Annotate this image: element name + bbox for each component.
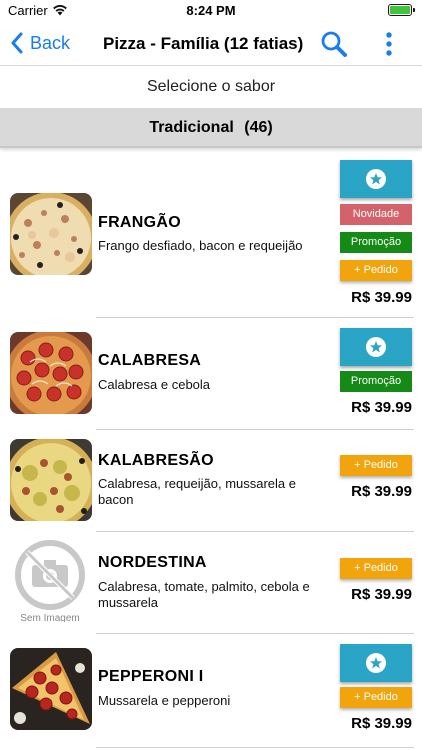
star-icon xyxy=(370,657,382,669)
star-icon xyxy=(370,341,382,353)
product-name: KALABRESÃO xyxy=(98,452,214,469)
pizza-image-kalabresao xyxy=(10,439,92,521)
search-icon[interactable] xyxy=(320,30,348,58)
new-badge: Novidade xyxy=(340,204,412,225)
page-title: Pizza - Família (12 fatias) xyxy=(103,34,304,53)
product-description: Calabresa, tomate, palmito, cebola e mus… xyxy=(98,579,310,610)
battery-icon xyxy=(388,4,415,16)
add-order-button[interactable]: + Pedido xyxy=(340,455,412,476)
product-price: R$ 39.99 xyxy=(351,399,412,416)
back-button[interactable]: Back xyxy=(10,32,70,54)
back-label: Back xyxy=(30,32,71,53)
list-item[interactable]: Sem Imagem NORDESTINA Calabresa, tomate,… xyxy=(0,532,422,634)
navigation-bar: Back Pizza - Família (12 fatias) xyxy=(0,22,422,66)
add-order-button[interactable]: + Pedido xyxy=(340,687,412,708)
product-name: CALABRESA xyxy=(98,352,202,369)
row-divider xyxy=(96,747,414,748)
list-item[interactable]: KALABRESÃO Calabresa, requeijão, mussare… xyxy=(0,430,422,532)
add-order-button[interactable]: + Pedido xyxy=(340,260,412,281)
product-description: Mussarela e pepperoni xyxy=(98,693,231,708)
favorite-button[interactable] xyxy=(340,160,412,198)
product-price: R$ 39.99 xyxy=(351,715,412,732)
clock: 8:24 PM xyxy=(186,3,236,18)
product-name: FRANGÃO xyxy=(98,214,181,231)
product-description: Frango desfiado, bacon e requeijão xyxy=(98,238,303,253)
section-header[interactable]: Tradicional (46) xyxy=(0,108,422,148)
list-item[interactable]: PEPPERONI I Mussarela e pepperoni + Pedi… xyxy=(0,634,422,750)
status-bar: Carrier 8:24 PM xyxy=(0,0,422,22)
promo-badge: Promoção xyxy=(340,371,412,392)
favorite-button[interactable] xyxy=(340,644,412,682)
no-image-placeholder: Sem Imagem xyxy=(10,540,92,622)
pizza-image-calabresa xyxy=(10,332,92,414)
product-price: R$ 39.99 xyxy=(351,483,412,500)
product-description: Calabresa e cebola xyxy=(98,377,211,392)
no-image-label: Sem Imagem xyxy=(20,613,79,622)
list-item[interactable]: FRANGÃO Frango desfiado, bacon e requeij… xyxy=(0,150,422,318)
product-name: NORDESTINA xyxy=(98,554,207,571)
more-options-icon[interactable] xyxy=(384,30,394,58)
chevron-left-icon xyxy=(11,32,23,54)
product-name: PEPPERONI I xyxy=(98,668,204,685)
add-order-button[interactable]: + Pedido xyxy=(340,558,412,579)
star-icon xyxy=(370,173,382,185)
list-item[interactable]: CALABRESA Calabresa e cebola Promoção R$… xyxy=(0,318,422,430)
no-camera-icon: Sem Imagem xyxy=(15,540,85,622)
product-price: R$ 39.99 xyxy=(351,289,412,306)
product-description: Calabresa, requeijão, mussarela e bacon xyxy=(98,476,296,507)
flavor-prompt: Selecione o sabor xyxy=(146,78,276,95)
pizza-image-pepperoni xyxy=(10,648,92,730)
promo-badge: Promoção xyxy=(340,232,412,253)
product-price: R$ 39.99 xyxy=(351,586,412,603)
section-count: (46) xyxy=(244,119,273,136)
favorite-button[interactable] xyxy=(340,328,412,366)
pizza-image-frangao xyxy=(10,193,92,275)
section-name: Tradicional xyxy=(149,119,234,136)
